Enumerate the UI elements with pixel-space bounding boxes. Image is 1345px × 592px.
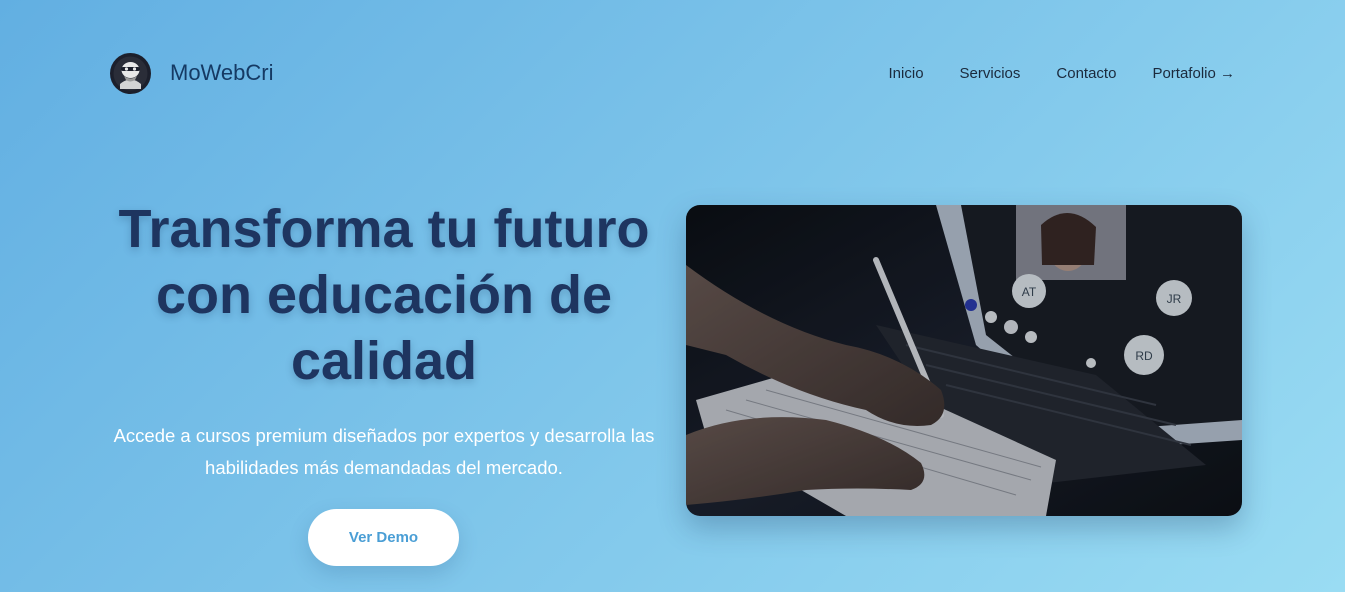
brand-link[interactable]: MoWebCri xyxy=(110,52,274,94)
hero-text: Transforma tu futuro con educación de ca… xyxy=(100,196,668,484)
nav-link-portafolio[interactable]: Portafolio → xyxy=(1152,65,1235,82)
brand-name: MoWebCri xyxy=(170,60,274,85)
hero-title: Transforma tu futuro con educación de ca… xyxy=(118,199,650,391)
nav-link-contacto[interactable]: Contacto xyxy=(1056,65,1116,82)
nav-link-servicios[interactable]: Servicios xyxy=(960,65,1021,82)
site-header: MoWebCri Inicio Servicios Contacto Porta… xyxy=(110,52,1235,94)
hero-subtitle: Accede a cursos premium diseñados por ex… xyxy=(113,425,655,478)
nav-link-inicio[interactable]: Inicio xyxy=(889,65,924,82)
ver-demo-button[interactable]: Ver Demo xyxy=(308,509,459,566)
masked-face-icon xyxy=(110,52,151,94)
hero-image: AT JR RD xyxy=(686,205,1242,516)
main-nav: Inicio Servicios Contacto Portafolio → xyxy=(889,65,1235,82)
